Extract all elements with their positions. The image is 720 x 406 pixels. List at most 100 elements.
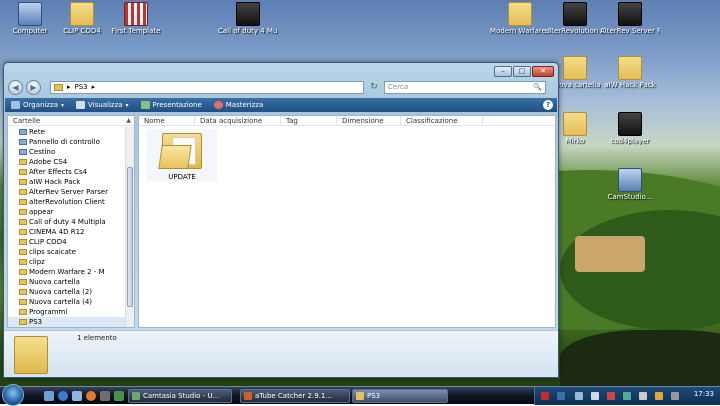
app-icon (618, 2, 642, 26)
folder-icon (19, 279, 27, 285)
network-icon[interactable] (575, 392, 583, 400)
volume-icon[interactable] (591, 392, 599, 400)
visualizza-button[interactable]: Visualizza ▾ (76, 101, 129, 109)
column-header-cell[interactable]: Data acquisizione (195, 116, 281, 125)
column-header-cell[interactable]: Nome (139, 116, 195, 125)
notification-area: 17:33 (534, 387, 720, 405)
folders-header[interactable]: Cartelle ▲ (8, 116, 134, 126)
maximize-button[interactable]: □ (513, 66, 531, 77)
folder-tree-item[interactable]: PS3 (8, 317, 126, 327)
wallpaper-house (575, 236, 645, 272)
collapse-icon[interactable]: ▲ (126, 116, 131, 126)
desk-icon-alterrev-server[interactable]: AlterRev Server Parser (600, 2, 660, 35)
tray-app-icon[interactable] (655, 392, 663, 400)
pc-icon (18, 2, 42, 26)
quicklaunch-icon[interactable] (100, 391, 110, 401)
desk-icon-first-template[interactable]: First Template (106, 2, 166, 35)
folder-tree-label: aIW Hack Pack (29, 178, 81, 186)
language-icon[interactable] (557, 392, 565, 400)
folder-tree-item[interactable]: Programmi (8, 307, 126, 317)
masterizza-button[interactable]: Masterizza (213, 101, 263, 109)
desk-icon-camstudio[interactable]: CamStudio... (600, 168, 660, 201)
taskbar-button[interactable]: Camtasia Studio - U... (128, 389, 232, 403)
clock[interactable]: 17:33 (694, 390, 714, 398)
address-bar[interactable]: ▸ PS3 ▸ (50, 80, 364, 94)
media-player-icon[interactable] (86, 391, 96, 401)
desk-icon-call-of-duty[interactable]: Call of duty 4 Multiplayer (218, 2, 278, 35)
folder-tree-item[interactable]: Nuova cartella (8, 277, 126, 287)
explorer-window[interactable]: – □ ✕ ◀ ▶ ▸ PS3 ▸ ↻ Cerca 🔍 Organizza ▾ … (3, 62, 559, 378)
folder-icon (19, 179, 27, 185)
desk-icon-aiw-hack[interactable]: aIW Hack Pack (600, 56, 660, 89)
folder-tree-item[interactable]: aIW Hack Pack (8, 177, 126, 187)
organizza-button[interactable]: Organizza ▾ (11, 101, 64, 109)
folder-tree-item[interactable]: Adobe CS4 (8, 157, 126, 167)
folder-tree-item[interactable]: Rete (8, 127, 126, 137)
search-input[interactable]: Cerca 🔍 (384, 80, 546, 94)
tray-app-icon[interactable] (671, 392, 679, 400)
scrollbar-thumb[interactable] (127, 167, 133, 307)
folder-icon (19, 219, 27, 225)
address-text[interactable]: PS3 (75, 83, 88, 91)
folder-icon (19, 289, 27, 295)
folder-tree-item[interactable]: CLIP COD4 (8, 237, 126, 247)
desk-icon-label: aIW Hack Pack (604, 81, 656, 89)
folder-tree-item[interactable]: Pannello di controllo (8, 137, 126, 147)
column-header-cell[interactable]: Tag (281, 116, 337, 125)
desk-icon-computer[interactable]: Computer (0, 2, 60, 35)
desk-icon-modern-warfare[interactable]: Modern Warfare 2 (490, 2, 550, 35)
help-icon[interactable]: ? (543, 100, 553, 110)
desk-icon-alterrevolution[interactable]: alterRevolution Client (545, 2, 605, 35)
taskbar-button[interactable]: PS3 (352, 389, 448, 403)
taskbar-button-label: PS3 (367, 392, 381, 400)
folder-tree-item[interactable]: CINEMA 4D R12 (8, 227, 126, 237)
ie-icon[interactable] (58, 391, 68, 401)
desk-icon-clip-cod4[interactable]: CLIP COD4 (52, 2, 112, 35)
folder-icon (19, 159, 27, 165)
folder-tree-item[interactable]: AlterRev Server Parser (8, 187, 126, 197)
folder-tree-item[interactable]: After Effects Cs4 (8, 167, 126, 177)
start-button[interactable] (2, 384, 24, 406)
window-controls: – □ ✕ (494, 66, 554, 77)
refresh-icon[interactable]: ↻ (367, 81, 381, 94)
search-icon[interactable]: 🔍 (533, 83, 542, 91)
organizza-label: Organizza (23, 101, 59, 109)
folders-pane: Cartelle ▲ Rete Pannello di controllo Cest… (7, 115, 135, 328)
taskbar-button[interactable]: aTube Catcher 2.9.1... (240, 389, 350, 403)
folder-icon (158, 131, 204, 169)
folder-tree-item[interactable]: Call of duty 4 Multipla (8, 217, 126, 227)
folder-tree-item[interactable]: Nuova cartella (2) (8, 287, 126, 297)
folder-tree-item[interactable]: Modern Warfare 2 - M (8, 267, 126, 277)
chevron-down-icon: ▾ (61, 101, 65, 109)
folder-tree-item[interactable]: clipz (8, 257, 126, 267)
switch-windows-icon[interactable] (72, 391, 82, 401)
folder-tree-label: clipz (29, 258, 45, 266)
desk-icon-label: CamStudio... (607, 193, 653, 201)
presentazione-button[interactable]: Presentazione (140, 101, 202, 109)
quicklaunch-icon[interactable] (114, 391, 124, 401)
forward-button[interactable]: ▶ (26, 79, 41, 95)
tray-app-icon[interactable] (639, 392, 647, 400)
column-header-cell[interactable]: Dimensione (337, 116, 401, 125)
folder-tree-item[interactable]: Nuova cartella (4) (8, 297, 126, 307)
tray-app-icon[interactable] (623, 392, 631, 400)
folder-tree-label: Programmi (29, 308, 68, 316)
desk-icon-cod4player[interactable]: cod4player (600, 112, 660, 145)
folder-tree-scrollbar[interactable] (125, 127, 134, 327)
adobe-icon[interactable] (541, 392, 549, 400)
tray-app-icon[interactable] (607, 392, 615, 400)
file-item-update[interactable]: UPDATE (147, 129, 217, 181)
folder-tree-item[interactable]: appear (8, 207, 126, 217)
folder-icon (19, 299, 27, 305)
minimize-button[interactable]: – (494, 66, 512, 77)
close-button[interactable]: ✕ (532, 66, 554, 77)
taskbar-button-label: Camtasia Studio - U... (143, 392, 220, 400)
search-placeholder: Cerca (388, 83, 409, 91)
back-button[interactable]: ◀ (8, 79, 23, 95)
app-icon (563, 2, 587, 26)
show-desktop-icon[interactable] (44, 391, 54, 401)
column-header-cell[interactable]: Classificazione (401, 116, 483, 125)
folder-tree-item[interactable]: alterRevolution Client (8, 197, 126, 207)
folder-tree-item[interactable]: clips scaicate (8, 247, 126, 257)
folder-tree-item[interactable]: Cestino (8, 147, 126, 157)
